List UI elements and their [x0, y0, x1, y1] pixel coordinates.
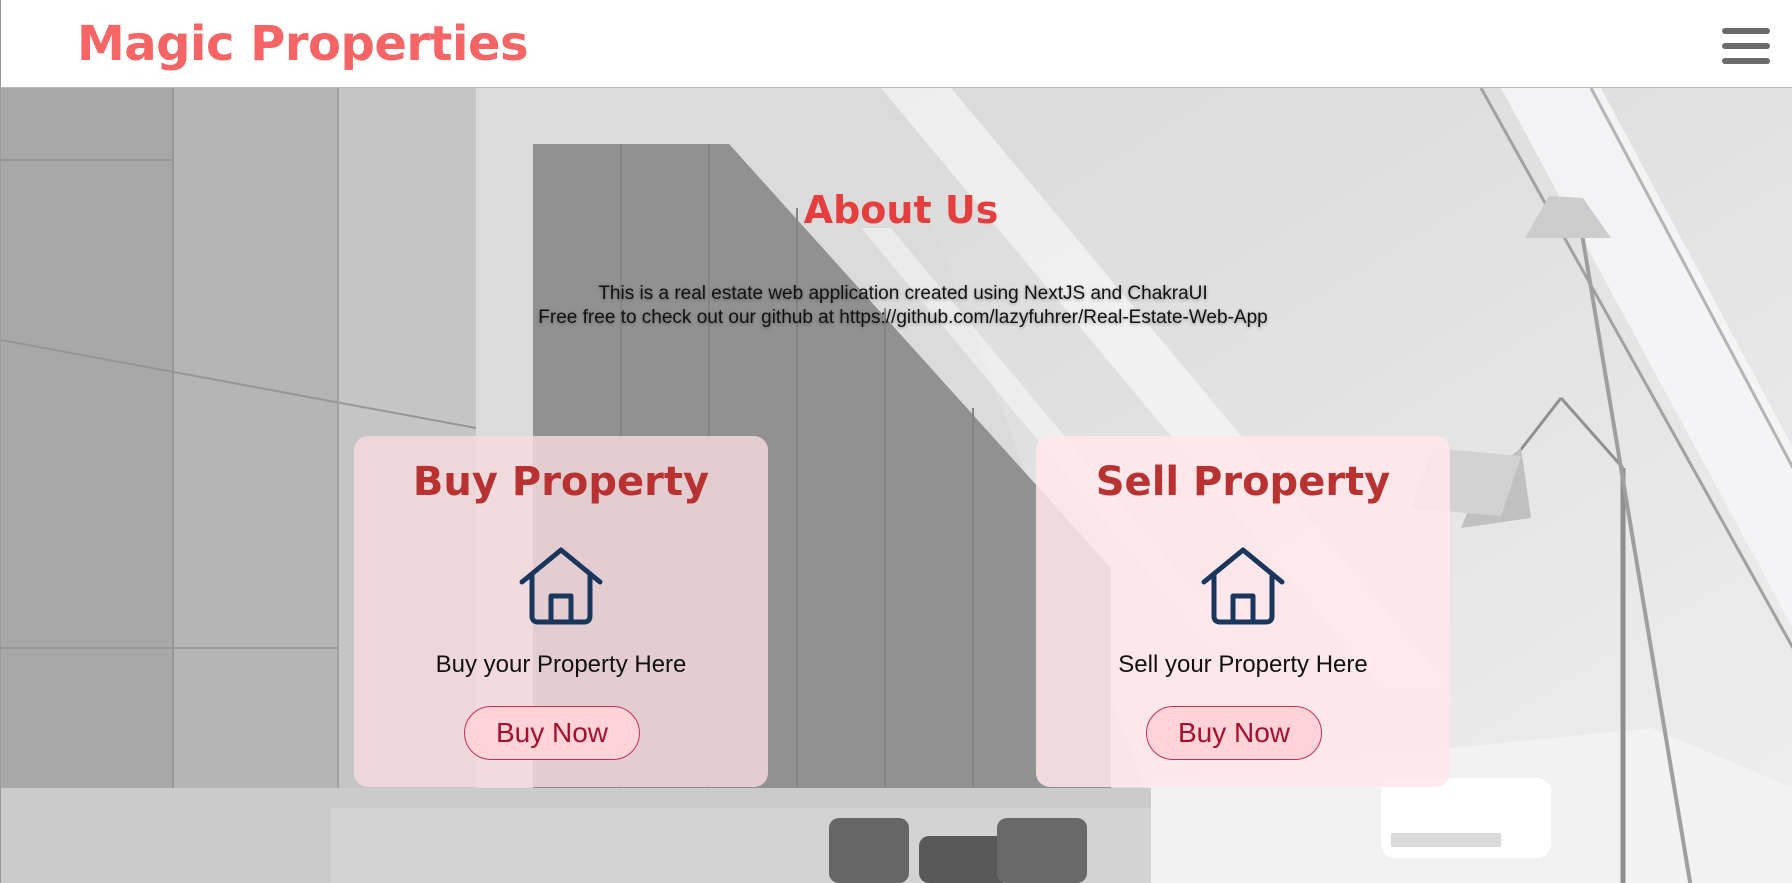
navbar: Magic Properties	[0, 0, 1792, 88]
brand-logo[interactable]: Magic Properties	[77, 12, 529, 76]
house-icon	[1201, 547, 1285, 625]
buy-now-button[interactable]: Buy Now	[464, 706, 640, 760]
house-icon	[519, 547, 603, 625]
about-description: This is a real estate web application cr…	[0, 282, 1792, 330]
about-us-heading: About Us	[803, 188, 999, 232]
sell-property-description: Sell your Property Here	[1118, 651, 1368, 678]
about-line-1: This is a real estate web application cr…	[598, 283, 1208, 304]
buy-property-description: Buy your Property Here	[435, 651, 687, 678]
sell-property-card: Sell Property Sell your Property Here Bu…	[1036, 436, 1450, 787]
hamburger-menu-icon[interactable]	[1722, 28, 1770, 66]
buy-property-title: Buy Property	[412, 459, 710, 505]
buy-property-card: Buy Property Buy your Property Here Buy …	[354, 436, 768, 787]
sell-property-title: Sell Property	[1095, 459, 1391, 505]
about-line-2: Free free to check out our github at htt…	[538, 307, 1268, 328]
sell-buy-now-button[interactable]: Buy Now	[1146, 706, 1322, 760]
